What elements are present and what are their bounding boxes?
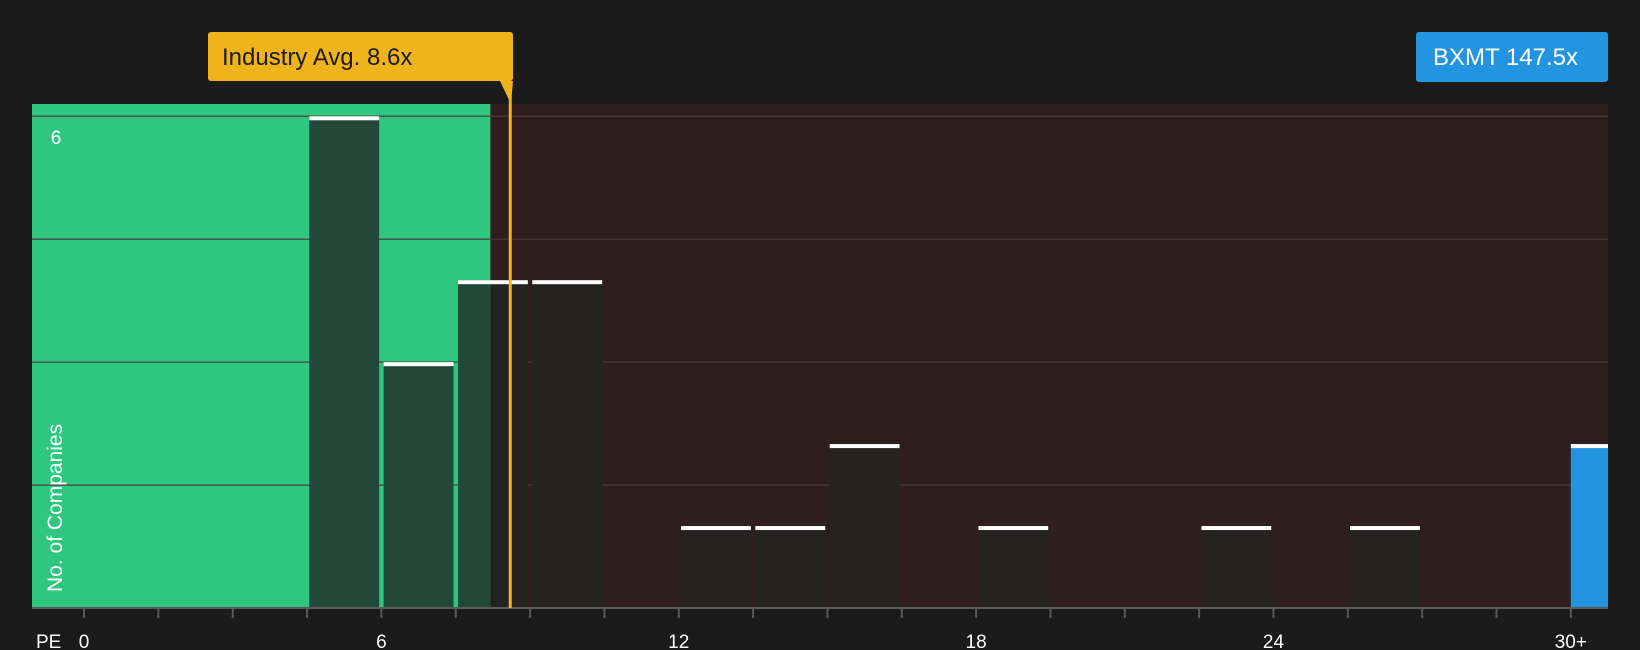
bar-2-top	[457, 280, 528, 285]
industry-avg-callout: Industry Avg. 8.6x	[208, 32, 513, 104]
x-tick-label-24: 24	[1263, 632, 1285, 650]
bar-0	[309, 116, 380, 608]
bar-9-top	[1350, 526, 1420, 531]
industry-avg-callout-pointer	[500, 81, 513, 104]
bar-1	[383, 362, 454, 608]
x-axis-layer	[32, 607, 1608, 618]
bar-7	[978, 526, 1049, 608]
bar-8-top	[1201, 526, 1272, 531]
red-zone	[490, 104, 1608, 608]
x-tick-label-6: 6	[376, 632, 387, 650]
bar-3-top	[532, 280, 603, 285]
y-tick-label-6: 6	[51, 128, 62, 149]
industry-avg-label: Industry Avg. 8.6x	[222, 44, 412, 71]
company-pe-callout: BXMT 147.5x	[1416, 32, 1608, 82]
bar-9	[1350, 526, 1420, 608]
x-tick-label-12: 12	[668, 632, 689, 650]
bar-3	[532, 280, 603, 608]
bar-5-top	[755, 526, 826, 531]
bar-5	[755, 526, 826, 608]
bar-6-top	[829, 444, 900, 449]
bar-7-top	[978, 526, 1049, 531]
x-tick-label-18: 18	[966, 632, 987, 650]
bar-0-top	[309, 116, 380, 121]
x-tick-labels-layer: 0 6 12 18 24 30+	[79, 632, 1587, 650]
bar-4-top	[680, 526, 751, 531]
bar-6	[829, 444, 900, 608]
x-tick-label-30plus: 30+	[1555, 632, 1587, 650]
pe-histogram-chart: 6 No. of Companies PE Industry Avg. 8.6x…	[32, 32, 1608, 650]
company-pe-label: BXMT 147.5x	[1433, 44, 1578, 71]
bar-2-green-part	[457, 280, 491, 608]
bar-4	[680, 526, 751, 608]
x-tick-label-0: 0	[79, 632, 90, 650]
x-axis-label: PE	[36, 632, 61, 650]
company-bar	[1570, 444, 1608, 608]
bar-1-top	[383, 362, 454, 367]
bar-8	[1201, 526, 1272, 608]
y-axis-label: No. of Companies	[44, 424, 67, 592]
company-bar-top	[1570, 444, 1608, 449]
